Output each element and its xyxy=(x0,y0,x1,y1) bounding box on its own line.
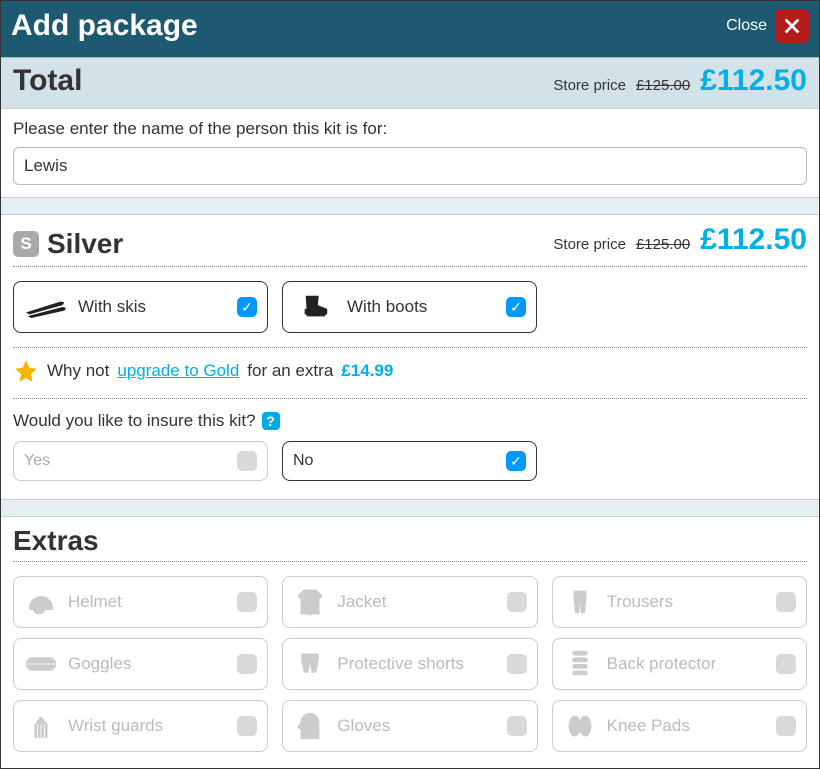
extra-helmet[interactable]: Helmet xyxy=(13,576,268,628)
silver-badge-icon: S xyxy=(13,231,39,257)
checkbox-unchecked-icon xyxy=(507,716,527,736)
insure-section: Would you like to insure this kit? ? Yes… xyxy=(1,399,819,497)
add-package-modal: Add package Close Total Store price £125… xyxy=(0,0,820,769)
wrist-guards-icon xyxy=(24,709,58,743)
total-price-block: Store price £125.00 £112.50 xyxy=(553,64,807,98)
boot-icon xyxy=(293,290,337,324)
goggles-icon xyxy=(24,647,58,681)
store-price-label: Store price xyxy=(553,77,626,94)
modal-title: Add package xyxy=(11,9,198,43)
close-label: Close xyxy=(726,17,767,35)
checkbox-unchecked-icon xyxy=(776,716,796,736)
extra-label: Wrist guards xyxy=(68,716,163,736)
total-price: £112.50 xyxy=(700,64,807,98)
section-divider xyxy=(1,197,819,215)
jacket-icon xyxy=(293,585,327,619)
silver-header: S Silver Store price £125.00 £112.50 xyxy=(1,215,819,266)
upgrade-text-pre: Why not xyxy=(47,361,109,381)
upgrade-text-mid: for an extra xyxy=(247,361,333,381)
checkbox-unchecked-icon xyxy=(776,654,796,674)
extras-grid: Helmet Jacket Trousers Goggles Protectiv… xyxy=(1,562,819,768)
checkbox-unchecked-icon xyxy=(507,592,527,612)
extra-gloves[interactable]: Gloves xyxy=(282,700,537,752)
checkbox-unchecked-icon xyxy=(776,592,796,612)
extras-title: Extras xyxy=(1,517,819,561)
extra-label: Jacket xyxy=(337,592,386,612)
checkbox-unchecked-icon xyxy=(237,451,257,471)
checkbox-checked-icon: ✓ xyxy=(237,297,257,317)
skis-icon xyxy=(24,290,68,324)
extra-trousers[interactable]: Trousers xyxy=(552,576,807,628)
checkbox-checked-icon: ✓ xyxy=(506,297,526,317)
store-old-price: £125.00 xyxy=(636,77,690,94)
checkbox-unchecked-icon xyxy=(507,654,527,674)
back-protector-icon xyxy=(563,647,597,681)
extra-label: Helmet xyxy=(68,592,122,612)
upgrade-row: Why not upgrade to Gold for an extra £14… xyxy=(1,348,819,398)
section-divider xyxy=(1,499,819,517)
close-icon xyxy=(775,9,809,43)
extra-label: Back protector xyxy=(607,654,717,674)
extra-knee-pads[interactable]: Knee Pads xyxy=(552,700,807,752)
option-label: With skis xyxy=(78,297,146,317)
close-button[interactable]: Close xyxy=(726,9,809,43)
insure-yes-option[interactable]: Yes xyxy=(13,441,268,481)
checkbox-unchecked-icon xyxy=(237,716,257,736)
total-bar: Total Store price £125.00 £112.50 xyxy=(1,57,819,108)
shorts-icon xyxy=(293,647,327,681)
star-icon xyxy=(13,358,39,384)
equipment-options: With skis ✓ With boots ✓ xyxy=(1,267,819,347)
extra-label: Goggles xyxy=(68,654,131,674)
checkbox-checked-icon: ✓ xyxy=(506,451,526,471)
name-prompt: Please enter the name of the person this… xyxy=(13,119,807,139)
insure-question: Would you like to insure this kit? xyxy=(13,411,256,431)
total-label: Total xyxy=(13,64,82,98)
kit-name-input[interactable] xyxy=(13,147,807,185)
gloves-icon xyxy=(293,709,327,743)
extra-protective-shorts[interactable]: Protective shorts xyxy=(282,638,537,690)
extra-jacket[interactable]: Jacket xyxy=(282,576,537,628)
insure-no-label: No xyxy=(293,452,313,469)
upgrade-link[interactable]: upgrade to Gold xyxy=(117,361,239,381)
extra-goggles[interactable]: Goggles xyxy=(13,638,268,690)
option-label: With boots xyxy=(347,297,427,317)
extra-wrist-guards[interactable]: Wrist guards xyxy=(13,700,268,752)
name-section: Please enter the name of the person this… xyxy=(1,109,819,195)
silver-old-price: £125.00 xyxy=(636,236,690,253)
extra-label: Trousers xyxy=(607,592,673,612)
modal-header: Add package Close xyxy=(1,1,819,57)
silver-store-label: Store price xyxy=(553,236,626,253)
insure-question-row: Would you like to insure this kit? ? xyxy=(13,411,807,431)
option-with-skis[interactable]: With skis ✓ xyxy=(13,281,268,333)
upgrade-price: £14.99 xyxy=(341,361,393,381)
extra-back-protector[interactable]: Back protector xyxy=(552,638,807,690)
silver-title: Silver xyxy=(47,228,123,260)
knee-pads-icon xyxy=(563,709,597,743)
checkbox-unchecked-icon xyxy=(237,592,257,612)
trousers-icon xyxy=(563,585,597,619)
helmet-icon xyxy=(24,585,58,619)
extra-label: Gloves xyxy=(337,716,390,736)
insure-yes-label: Yes xyxy=(24,452,50,469)
extra-label: Protective shorts xyxy=(337,654,464,674)
option-with-boots[interactable]: With boots ✓ xyxy=(282,281,537,333)
insure-no-option[interactable]: No ✓ xyxy=(282,441,537,481)
help-icon[interactable]: ? xyxy=(262,412,280,430)
extra-label: Knee Pads xyxy=(607,716,690,736)
checkbox-unchecked-icon xyxy=(237,654,257,674)
silver-price: £112.50 xyxy=(700,223,807,257)
